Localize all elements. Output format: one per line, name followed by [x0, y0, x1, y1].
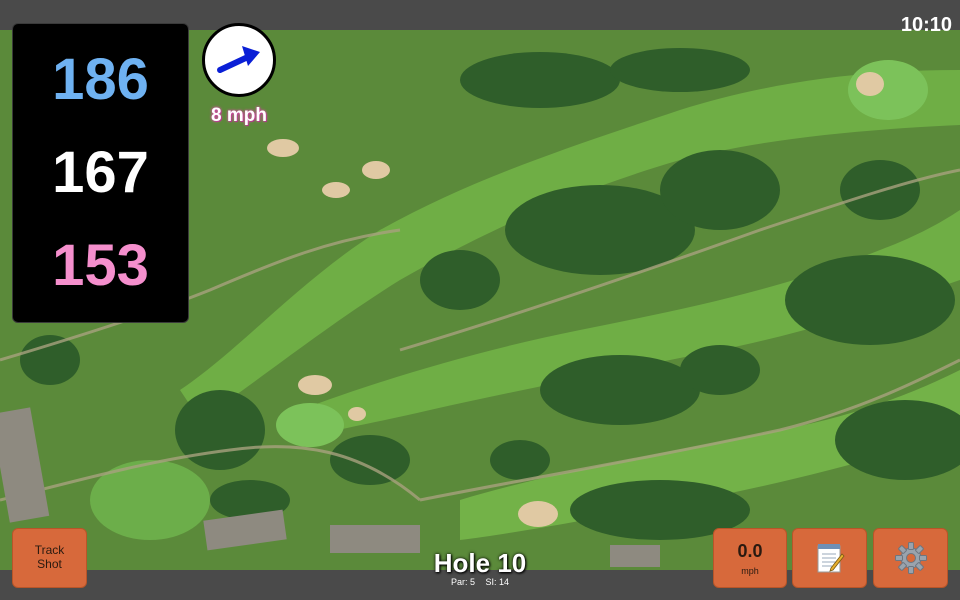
speed-button[interactable]: 0.0 mph: [713, 528, 787, 588]
gear-icon: [894, 542, 927, 574]
track-shot-button[interactable]: Track Shot: [12, 528, 87, 588]
notepad-icon: [817, 544, 845, 573]
wind-direction-dial: [202, 23, 276, 97]
hole-info: Par: 5 SI: 14: [380, 577, 580, 587]
track-shot-label-line2: Shot: [37, 557, 62, 571]
hole-title: Hole 10: [433, 548, 527, 578]
speed-value: 0.0: [737, 540, 763, 561]
back-distance: 186: [52, 47, 149, 113]
settings-button[interactable]: [873, 528, 948, 588]
clock: 10:10: [900, 14, 952, 36]
speed-unit: mph: [741, 565, 759, 576]
notes-button[interactable]: [792, 528, 867, 588]
wind-speed: 8 mph: [211, 105, 267, 126]
front-distance: 153: [52, 232, 149, 298]
track-shot-label-line1: Track: [34, 543, 65, 558]
center-distance: 167: [52, 139, 149, 205]
hole-par: Par: 5: [450, 577, 475, 587]
arrow-icon: [217, 46, 260, 73]
hole-stroke-index: SI: 14: [485, 577, 510, 587]
distance-panel: 186 167 153: [12, 23, 189, 323]
